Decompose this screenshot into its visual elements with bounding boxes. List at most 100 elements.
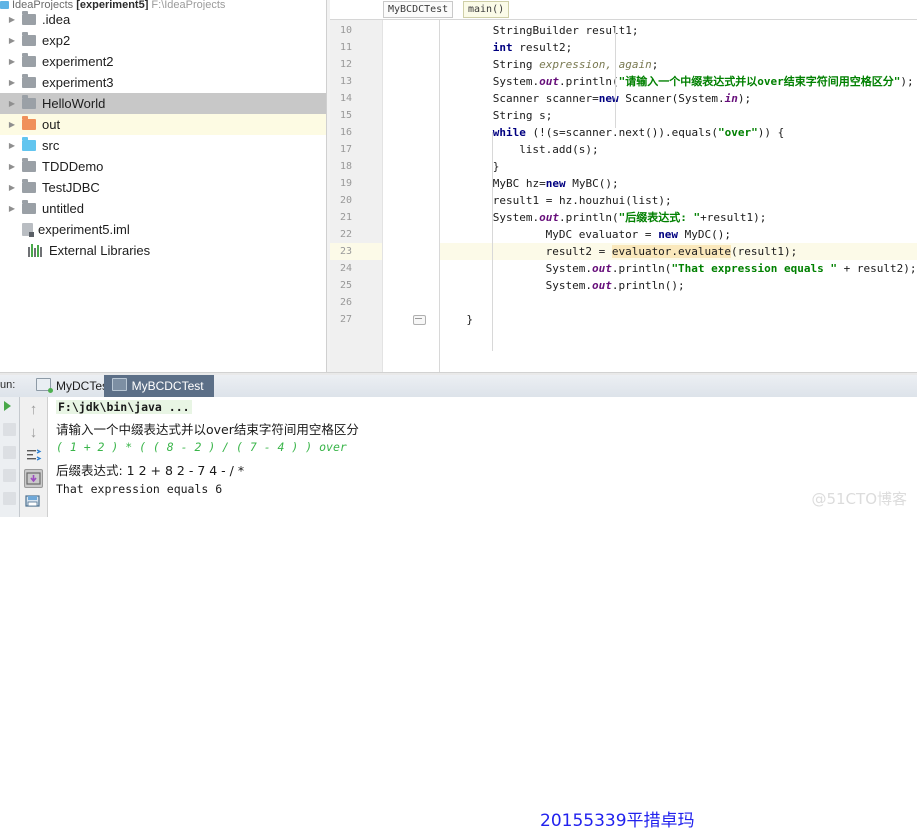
code-token: new (545, 177, 566, 190)
expand-arrow-icon[interactable]: ▶ (6, 51, 18, 72)
code-token: out (591, 279, 612, 292)
console-text: 后缀表达式: 1 2 + 8 2 - 7 4 - / * (56, 463, 245, 478)
current-line-gutter-highlight (330, 243, 382, 260)
line-number: 10 (339, 25, 352, 36)
code-token: System. (545, 262, 592, 275)
tree-item-label: TestJDBC (42, 180, 100, 195)
tree-item-tdddemo[interactable]: ▶ TDDDemo (0, 156, 326, 177)
scroll-to-end-icon[interactable] (24, 469, 43, 488)
tree-item-experiment5-iml[interactable]: experiment5.iml (0, 219, 326, 240)
expand-arrow-icon[interactable]: ▶ (6, 114, 18, 135)
side-strip-button-3[interactable] (3, 469, 16, 482)
code-line: list.add(s); (519, 141, 598, 158)
code-fold-icon[interactable] (413, 315, 426, 325)
line-number: 11 (339, 42, 352, 53)
code-editor: MyBCDCTest main() 10 11 12 13 14 15 16 17 18 19 20… (330, 0, 917, 375)
console-output[interactable]: F:\jdk\bin\java ... 请输入一个中缀表达式并以over结束字符间… (48, 397, 917, 517)
project-tool-window: IdeaProjects [experiment5] F:\IdeaProjec… (0, 0, 326, 375)
expand-arrow-icon[interactable]: ▶ (6, 198, 18, 219)
expand-arrow-icon[interactable]: ▶ (6, 9, 18, 30)
breadcrumb-method[interactable]: main() (463, 1, 510, 18)
run-side-strip (0, 397, 20, 517)
tree-item-experiment2[interactable]: ▶ experiment2 (0, 51, 326, 72)
code-line: result1 = hz.houzhui(list); (493, 192, 672, 209)
expand-arrow-icon[interactable]: ▶ (6, 72, 18, 93)
code-token: System. (545, 279, 592, 292)
folder-icon (22, 53, 36, 67)
code-token: .println( (559, 211, 619, 224)
console-line: ( 1 + 2 ) * ( ( 8 - 2 ) / ( 7 - 4 ) ) ov… (56, 440, 347, 454)
side-strip-button-4[interactable] (3, 492, 16, 505)
tree-item-testjdbc[interactable]: ▶ TestJDBC (0, 177, 326, 198)
ide-window: IdeaProjects [experiment5] F:\IdeaProjec… (0, 0, 917, 831)
code-line: String s; (493, 107, 553, 124)
tree-item-label: experiment2 (42, 54, 114, 69)
side-strip-button-2[interactable] (3, 446, 16, 459)
tree-item-out[interactable]: ▶ out (0, 114, 326, 135)
folder-icon (22, 11, 36, 25)
tree-item-label: .idea (42, 12, 71, 27)
tree-item-helloworld[interactable]: ▶ HelloWorld (0, 93, 326, 114)
expand-arrow-icon[interactable]: ▶ (6, 93, 18, 114)
project-tree: ▶ .idea ▶ exp2 ▶ experiment2 ▶ experiment3 ▶ Hell… (0, 9, 326, 261)
arrow-up-icon[interactable]: ↑ (24, 400, 43, 419)
tree-item-label: experiment3 (42, 75, 114, 90)
line-number-gutter[interactable]: 10 11 12 13 14 15 16 17 18 19 20 21 22 23 24 25 26 27 (330, 20, 383, 375)
tree-item-label: exp2 (42, 33, 71, 48)
code-token: Scanner(System. (618, 92, 725, 105)
expand-arrow-icon[interactable]: ▶ (6, 177, 18, 198)
run-tab-mybcdctest[interactable]: MyBCDCTest (103, 375, 214, 397)
code-token: list.add(s); (519, 143, 599, 156)
side-strip-button-1[interactable] (3, 423, 16, 436)
fold-gutter[interactable] (383, 20, 440, 375)
expand-arrow-icon[interactable]: ▶ (6, 156, 18, 177)
breadcrumb-class[interactable]: MyBCDCTest (383, 1, 454, 18)
soft-wrap-icon[interactable] (24, 446, 43, 465)
tree-item--idea[interactable]: ▶ .idea (0, 9, 326, 30)
line-number: 15 (339, 110, 352, 121)
tree-item-external-libraries[interactable]: External Libraries (0, 240, 326, 261)
code-token: +result1); (700, 211, 767, 224)
code-token: "over" (717, 126, 758, 139)
tree-item-exp2[interactable]: ▶ exp2 (0, 30, 326, 51)
save-icon[interactable] (24, 492, 43, 511)
tree-item-label: out (42, 117, 61, 132)
tree-item-src[interactable]: ▶ src (0, 135, 326, 156)
console-line: That expression equals 6 (56, 482, 222, 496)
console-text: ( 1 + 2 ) * ( ( 8 - 2 ) / ( 7 - 4 ) ) ov… (56, 440, 347, 454)
code-line: System.out.println("请输入一个中缀表达式并以over结束字符… (493, 73, 914, 90)
folder-icon (22, 200, 36, 214)
code-line: System.out.println("That expression equa… (546, 260, 917, 277)
run-tab-label: MyBCDCTest (131, 379, 204, 393)
code-token: evaluator.evaluate (611, 245, 732, 258)
run-button-icon[interactable] (4, 401, 11, 411)
tree-item-label: src (42, 138, 60, 153)
line-number: 12 (339, 59, 352, 70)
code-token: ; (651, 58, 659, 71)
code-token: in (724, 92, 738, 105)
tree-item-experiment3[interactable]: ▶ experiment3 (0, 72, 326, 93)
run-toolbar: ↑ ↓ (20, 397, 48, 517)
console-text: That expression equals 6 (56, 482, 223, 496)
code-token: "请输入一个中缀表达式并以over结束字符间用空格区分" (618, 75, 901, 88)
arrow-down-icon[interactable]: ↓ (24, 423, 43, 442)
expand-arrow-icon[interactable]: ▶ (6, 30, 18, 51)
tree-item-untitled[interactable]: ▶ untitled (0, 198, 326, 219)
code-text-area[interactable]: StringBuilder result1; int result2; String… (440, 20, 917, 375)
code-line: while (!(s=scanner.next()).equals("over"… (493, 124, 784, 141)
expand-arrow-icon[interactable]: ▶ (6, 135, 18, 156)
iml-file-icon (22, 223, 34, 237)
run-config-icon (36, 378, 53, 393)
line-number: 18 (339, 161, 352, 172)
code-line: String expression, again; (493, 56, 659, 73)
line-number: 17 (339, 144, 352, 155)
code-token: out (539, 75, 560, 88)
code-token: } (492, 160, 500, 173)
line-number: 16 (339, 127, 352, 138)
code-token: "That expression equals " (671, 262, 838, 275)
code-token: ); (900, 75, 914, 88)
code-token: while (492, 126, 526, 139)
annotation-text: 20155339平措卓玛 (540, 811, 695, 831)
line-number: 20 (339, 195, 352, 206)
code-line: Scanner scanner=new Scanner(System.in); (493, 90, 751, 107)
